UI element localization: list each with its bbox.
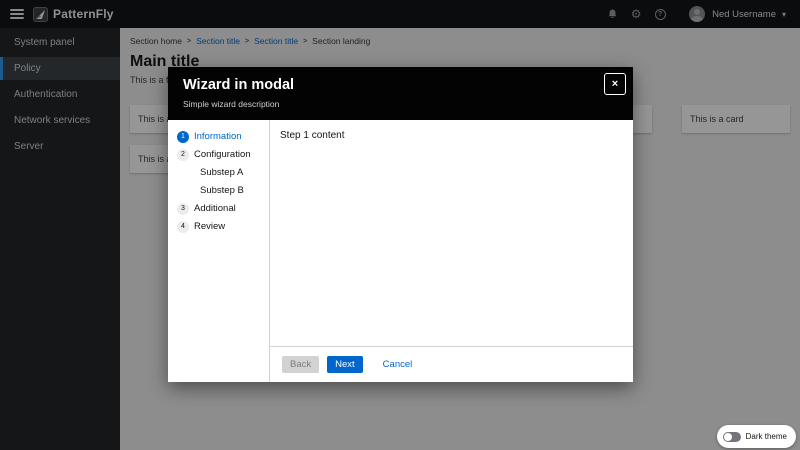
step-number-badge: 4: [177, 220, 189, 233]
cancel-button[interactable]: Cancel: [379, 356, 417, 373]
wizard-step-information[interactable]: 1 Information: [168, 128, 269, 146]
wizard-nav: 1 Information 2 Configuration Substep A …: [168, 119, 270, 382]
step-number-badge: 2: [177, 148, 189, 161]
modal-title: Wizard in modal: [183, 77, 295, 93]
next-button[interactable]: Next: [327, 356, 363, 373]
close-icon: ×: [611, 77, 619, 90]
wizard: 1 Information 2 Configuration Substep A …: [168, 119, 633, 382]
wizard-step-configuration[interactable]: 2 Configuration: [168, 146, 269, 164]
back-button[interactable]: Back: [282, 356, 320, 373]
wizard-step-additional[interactable]: 3 Additional: [168, 200, 269, 218]
wizard-modal: Wizard in modal Simple wizard descriptio…: [168, 67, 633, 382]
modal-description: Simple wizard description: [183, 98, 280, 109]
step-number-badge: 1: [177, 130, 189, 143]
wizard-substep-b[interactable]: Substep B: [168, 182, 269, 200]
step-number-badge: 3: [177, 202, 189, 215]
modal-close-button[interactable]: ×: [604, 73, 626, 95]
dark-theme-toggle[interactable]: [722, 431, 741, 442]
wizard-substep-a[interactable]: Substep A: [168, 164, 269, 182]
wizard-main: Step 1 content Back Next Cancel: [270, 120, 633, 382]
toggle-knob: [723, 432, 732, 441]
wizard-step-content: Step 1 content: [280, 129, 345, 141]
wizard-step-review[interactable]: 4 Review: [168, 218, 269, 236]
modal-header: Wizard in modal Simple wizard descriptio…: [168, 67, 633, 120]
dark-theme-label: Dark theme: [745, 432, 787, 441]
wizard-footer: Back Next Cancel: [270, 346, 633, 382]
dark-theme-pill: Dark theme: [716, 425, 796, 448]
